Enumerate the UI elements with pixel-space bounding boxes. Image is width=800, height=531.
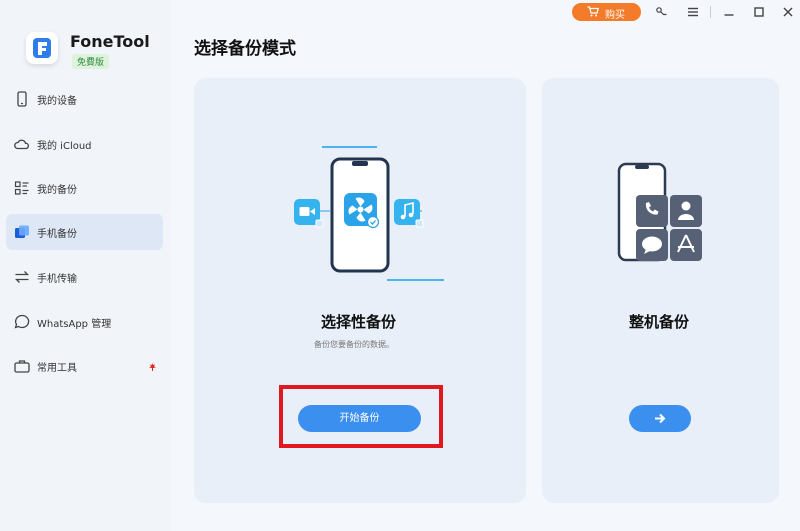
sidebar-item-label: 手机传输 bbox=[37, 274, 77, 285]
close-icon[interactable] bbox=[780, 4, 796, 20]
transfer-arrows-icon bbox=[14, 271, 30, 283]
edition-badge: 免費版 bbox=[72, 54, 110, 69]
sidebar-item-label: WhatsApp 管理 bbox=[37, 319, 112, 330]
sidebar-item-label: 我的 iCloud bbox=[37, 141, 92, 152]
red-maple-icon bbox=[149, 363, 156, 371]
sidebar-item-label: 我的备份 bbox=[37, 185, 77, 196]
minimize-icon[interactable] bbox=[721, 4, 737, 20]
maximize-icon[interactable] bbox=[751, 4, 767, 20]
feedback-icon[interactable] bbox=[654, 4, 670, 20]
highlight-box bbox=[279, 385, 443, 448]
cart-icon bbox=[587, 6, 599, 17]
sidebar-item-phone-transfer[interactable]: 手机传输 bbox=[6, 259, 163, 295]
app-logo-icon bbox=[26, 32, 58, 64]
selective-backup-illustration-icon bbox=[294, 146, 444, 281]
full-backup-illustration-icon bbox=[617, 162, 702, 262]
sidebar-item-my-device[interactable]: 我的设备 bbox=[6, 81, 163, 117]
sidebar-item-label: 手机备份 bbox=[37, 229, 77, 240]
buy-label: 购买 bbox=[605, 10, 625, 21]
cloud-icon bbox=[14, 139, 29, 150]
selective-backup-title: 选择性备份 bbox=[321, 313, 397, 331]
arrow-right-icon bbox=[655, 413, 666, 424]
sidebar-item-phone-backup[interactable]: 手机备份 bbox=[6, 214, 163, 250]
sidebar-item-tools[interactable]: 常用工具 bbox=[6, 348, 163, 384]
page-title: 选择备份模式 bbox=[194, 39, 296, 59]
phone-icon bbox=[17, 91, 27, 107]
sidebar: FoneTool 免費版 我的设备 我的 iCloud 我的备份 手机备份 手机… bbox=[0, 0, 171, 531]
sidebar-item-my-icloud[interactable]: 我的 iCloud bbox=[6, 126, 163, 162]
toolbox-icon bbox=[14, 360, 30, 373]
selective-backup-description: 备份您要备份的数据。 bbox=[314, 340, 394, 349]
titlebar-divider bbox=[710, 6, 711, 18]
grid-list-icon bbox=[14, 181, 29, 195]
full-backup-next-button[interactable] bbox=[629, 405, 691, 432]
full-backup-title: 整机备份 bbox=[629, 313, 690, 331]
sidebar-item-my-backup[interactable]: 我的备份 bbox=[6, 170, 163, 206]
buy-button[interactable]: 购买 bbox=[572, 3, 641, 21]
backup-layers-icon bbox=[15, 225, 29, 238]
sidebar-item-label: 常用工具 bbox=[37, 363, 77, 374]
sidebar-item-whatsapp[interactable]: WhatsApp 管理 bbox=[6, 304, 163, 340]
app-name: FoneTool bbox=[70, 32, 150, 51]
full-backup-card[interactable]: 整机备份 bbox=[542, 78, 779, 503]
sidebar-item-label: 我的设备 bbox=[37, 96, 77, 107]
menu-icon[interactable] bbox=[685, 4, 701, 20]
chat-bubble-icon bbox=[14, 314, 30, 329]
